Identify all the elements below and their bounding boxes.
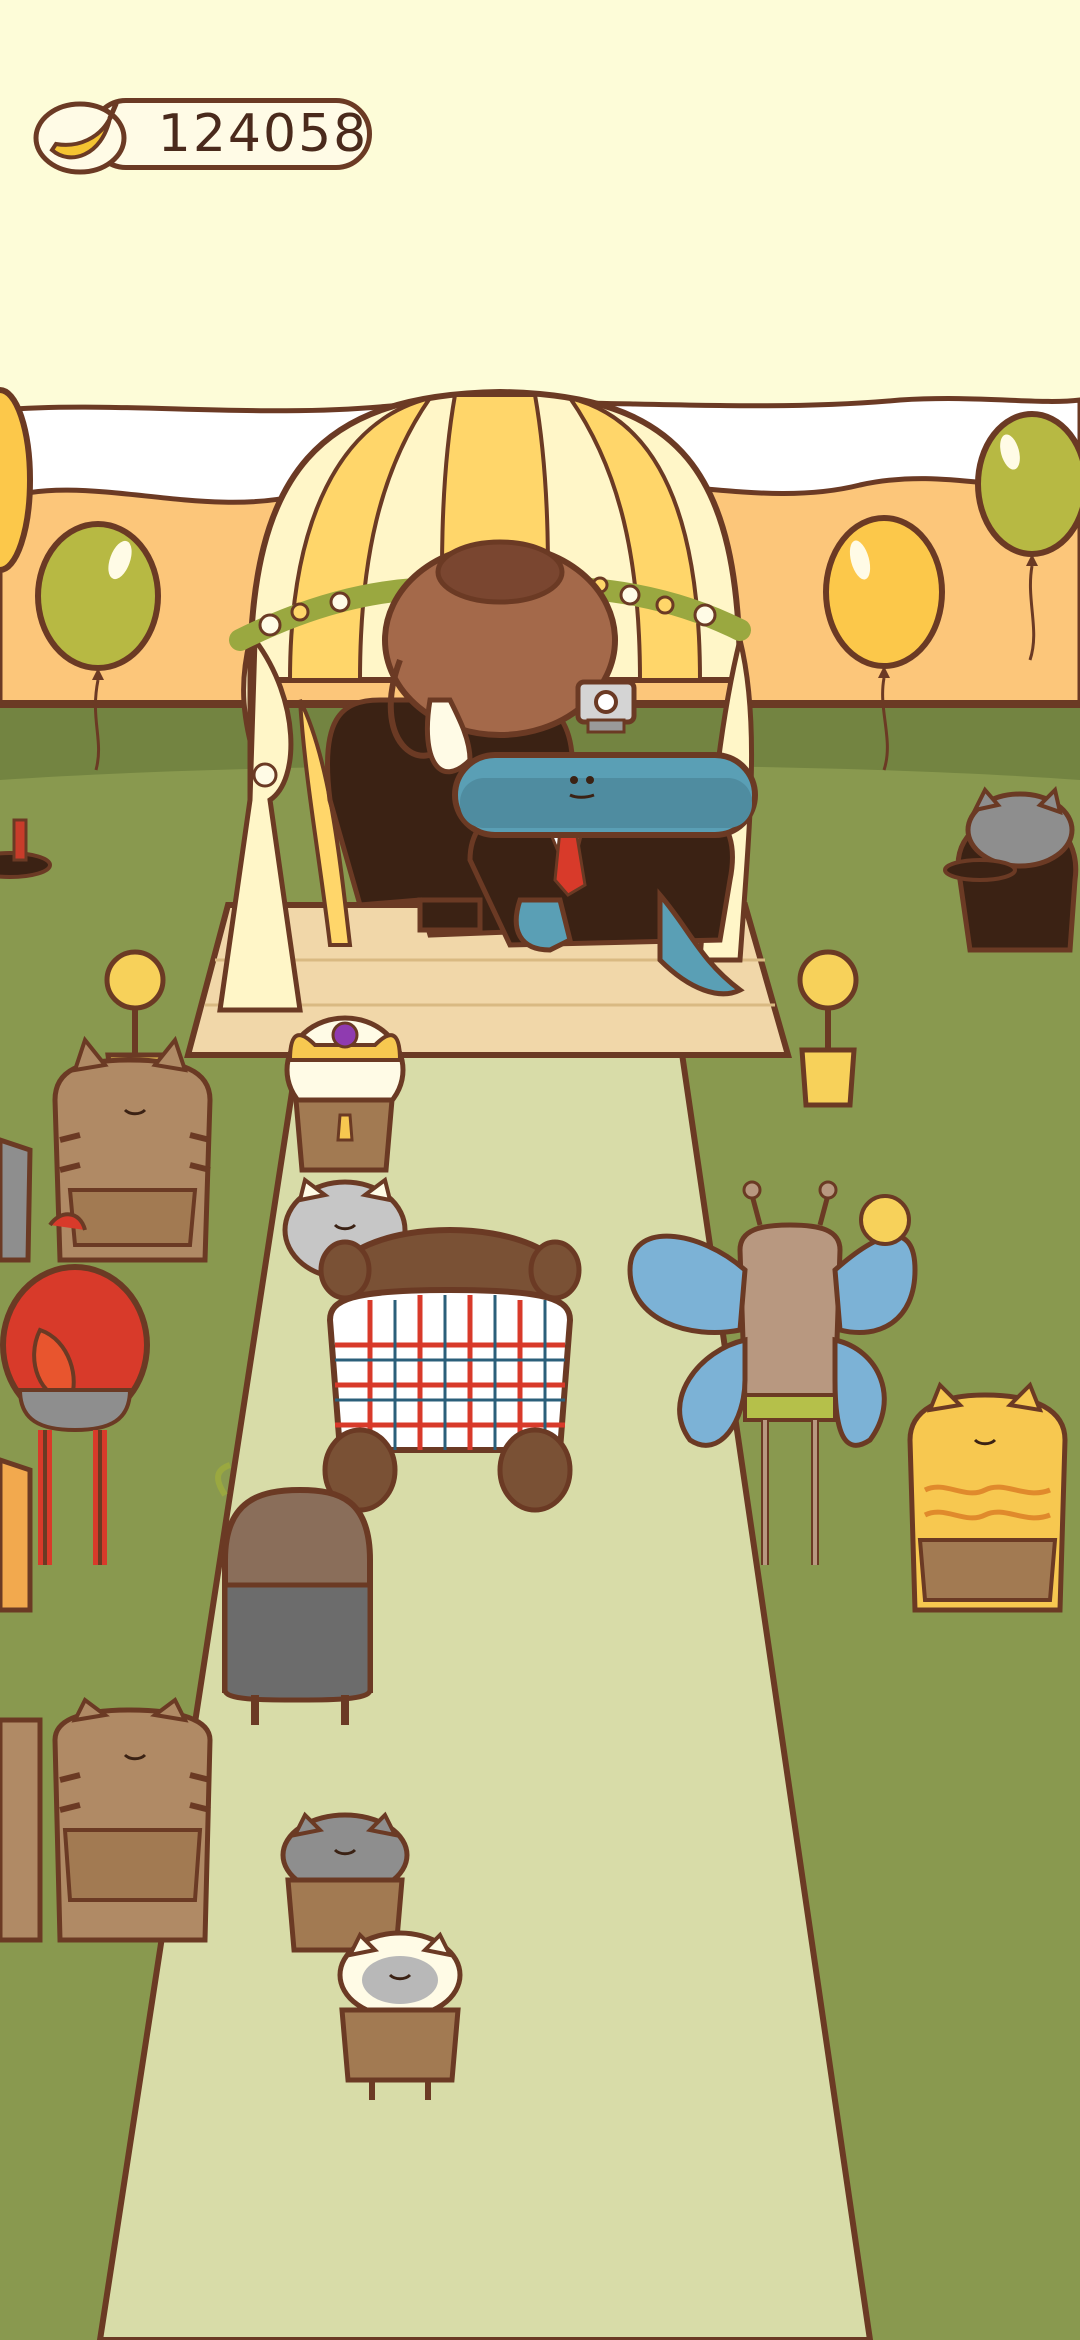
cat-guest-orange-left-edge — [0, 1457, 33, 1613]
cat-guest-grey-bottom-1 — [280, 1811, 410, 1953]
currency-value: 124058 — [157, 104, 369, 164]
currency-counter: 124058 — [30, 88, 378, 180]
cat-guest-small-hat — [284, 1015, 406, 1173]
banana-icon — [33, 101, 127, 175]
cat-guest-tabby-left-2 — [52, 1696, 213, 1943]
potted-plant-small-right-icon — [859, 1194, 911, 1246]
wedding-scene — [0, 0, 1080, 2340]
cat-guest-orange-right — [907, 1381, 1068, 1613]
camera-icon — [575, 679, 637, 734]
cat-guest-silver-bottom-2 — [337, 1930, 463, 2100]
cat-guest-tabby-left-edge — [0, 1717, 43, 1943]
cat-guest-grey-left-edge — [0, 1137, 33, 1263]
